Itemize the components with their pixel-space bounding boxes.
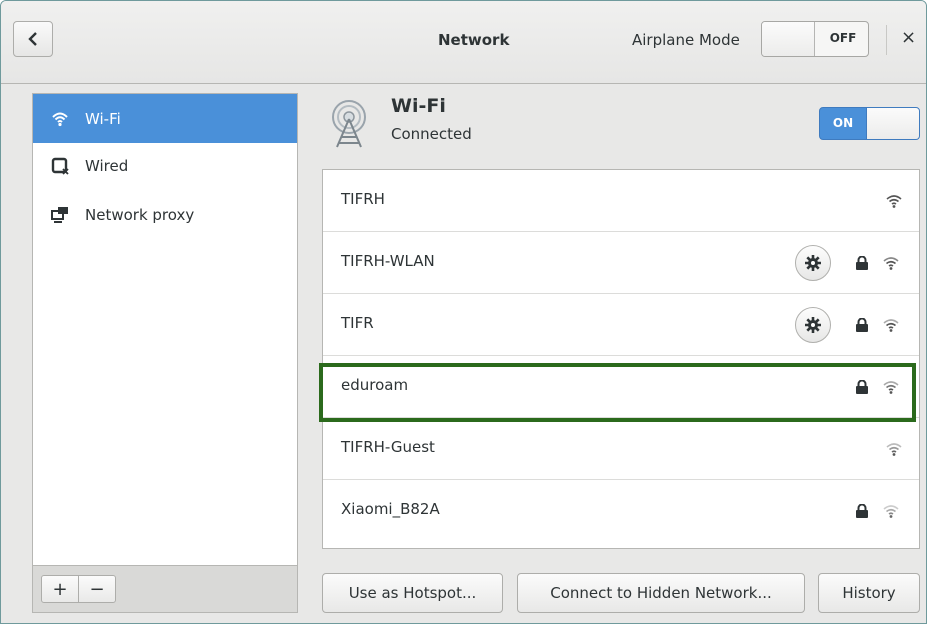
- wifi-signal-icon: [883, 257, 899, 270]
- use-as-hotspot-button[interactable]: Use as Hotspot...: [322, 573, 503, 613]
- lock-icon: [856, 318, 868, 332]
- chevron-left-icon: [28, 32, 37, 46]
- wired-icon: [51, 157, 69, 175]
- airplane-mode-switch[interactable]: OFF: [761, 21, 869, 57]
- add-connection-button[interactable]: +: [41, 575, 79, 603]
- switch-knob: [866, 108, 919, 139]
- network-name: Xiaomi_B82A: [341, 500, 440, 518]
- network-settings-window: Network Airplane Mode OFF × Wi-Fi Wired: [0, 0, 927, 624]
- sidebar-item-label: Network proxy: [85, 205, 195, 224]
- remove-connection-button[interactable]: −: [78, 575, 116, 603]
- sidebar-item-wired[interactable]: Wired: [33, 141, 297, 190]
- gear-icon: [805, 255, 821, 271]
- sidebar-item-wifi[interactable]: Wi-Fi: [33, 94, 297, 143]
- network-settings-button[interactable]: [795, 307, 831, 343]
- switch-state-text: ON: [832, 116, 854, 130]
- network-settings-button[interactable]: [795, 245, 831, 281]
- wireless-tower-icon: [332, 100, 366, 148]
- network-list: TIFRH TIFRH-WLAN TIFR eduroam TIFRH-Gues…: [322, 169, 920, 549]
- network-name: TIFRH-WLAN: [341, 252, 435, 270]
- lock-icon: [856, 380, 868, 394]
- sidebar-toolbar: + −: [32, 566, 298, 613]
- wifi-status: Connected: [391, 125, 472, 143]
- header-bar: Network Airplane Mode OFF ×: [1, 1, 926, 84]
- network-row-tifrh-guest[interactable]: TIFRH-Guest: [323, 418, 919, 480]
- network-name: TIFR: [341, 314, 374, 332]
- sidebar-item-label: Wired: [85, 156, 129, 175]
- header-separator: [886, 25, 887, 55]
- network-name: TIFRH: [341, 190, 385, 208]
- lock-icon: [856, 504, 868, 518]
- network-name: TIFRH-Guest: [341, 438, 435, 456]
- wifi-signal-icon: [883, 381, 899, 394]
- sidebar: Wi-Fi Wired Network proxy: [32, 93, 298, 566]
- network-row-tifr[interactable]: TIFR: [323, 294, 919, 356]
- sidebar-item-label: Wi-Fi: [85, 109, 121, 128]
- airplane-mode-label: Airplane Mode: [632, 31, 740, 49]
- history-button[interactable]: History: [818, 573, 920, 613]
- wifi-switch[interactable]: ON: [819, 107, 920, 140]
- switch-state-text: OFF: [829, 31, 857, 45]
- gear-icon: [805, 317, 821, 333]
- back-button[interactable]: [13, 21, 53, 57]
- wifi-signal-icon: [883, 505, 899, 518]
- lock-icon: [856, 256, 868, 270]
- page-title: Network: [438, 31, 510, 49]
- network-row-tifrh-wlan[interactable]: TIFRH-WLAN: [323, 232, 919, 294]
- network-row-xiaomi[interactable]: Xiaomi_B82A: [323, 480, 919, 542]
- wifi-signal-icon: [886, 443, 902, 456]
- wifi-signal-icon: [886, 195, 902, 208]
- close-button[interactable]: ×: [901, 27, 916, 48]
- wifi-heading: Wi-Fi: [391, 95, 446, 117]
- sidebar-item-network-proxy[interactable]: Network proxy: [33, 190, 297, 239]
- switch-knob: [762, 22, 815, 56]
- network-name: eduroam: [341, 376, 409, 394]
- network-row-tifrh[interactable]: TIFRH: [323, 170, 919, 232]
- wifi-signal-icon: [883, 319, 899, 332]
- wifi-icon: [52, 112, 68, 126]
- network-proxy-icon: [51, 206, 68, 223]
- connect-hidden-network-button[interactable]: Connect to Hidden Network...: [517, 573, 805, 613]
- network-row-eduroam[interactable]: eduroam: [323, 356, 919, 418]
